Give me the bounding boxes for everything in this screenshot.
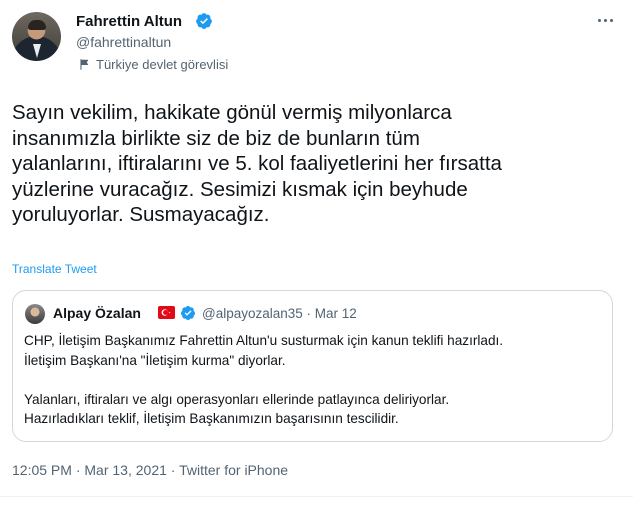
more-icon[interactable] [594,12,616,28]
tweet-metadata: 12:05 PM · Mar 13, 2021 · Twitter for iP… [12,462,288,478]
quoted-author-avatar[interactable] [25,304,45,324]
verified-badge-icon [196,13,212,29]
tweet-date[interactable]: Mar 13, 2021 [84,462,167,478]
author-name[interactable]: Fahrettin Altun [76,13,182,30]
tweet-text: Sayın vekilim, hakikate gönül vermiş mil… [12,101,502,227]
translate-tweet-link[interactable]: Translate Tweet [12,262,97,276]
quoted-tweet[interactable]: Alpay Özalan @alpayozalan35 · Mar 12 CHP… [12,290,613,442]
divider [0,496,633,497]
quoted-verified-badge-icon [180,306,195,320]
tweet-time[interactable]: 12:05 PM [12,462,72,478]
tweet-source[interactable]: Twitter for iPhone [179,462,288,478]
quoted-handle-date[interactable]: @alpayozalan35 · Mar 12 [202,306,357,321]
author-avatar[interactable] [12,12,61,61]
flag-icon [80,59,89,70]
separator: · [166,462,180,478]
turkey-flag-icon [158,306,175,319]
author-handle[interactable]: @fahrettinaltun [76,34,171,50]
government-label-text: Türkiye devlet görevlisi [96,57,229,72]
tweet: Fahrettin Altun @fahrettinaltun Türkiye … [0,0,633,506]
quoted-tweet-text: CHP, İletişim Başkanımız Fahrettin Altun… [24,333,504,426]
government-label[interactable]: Türkiye devlet görevlisi [78,57,228,72]
quoted-author-name[interactable]: Alpay Özalan [53,305,141,321]
separator: · [71,462,85,478]
